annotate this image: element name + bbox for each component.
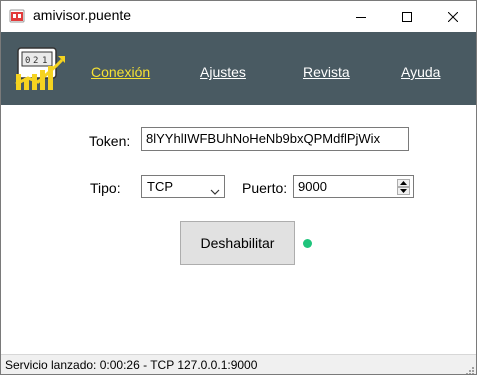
disable-button[interactable]: Deshabilitar [180, 221, 295, 265]
nav-bar: 0 2 1 Conexión Ajustes Revista Ayuda [1, 32, 476, 105]
spin-up-button[interactable] [397, 179, 410, 187]
tipo-select-value: TCP [147, 179, 173, 194]
svg-text:0: 0 [25, 56, 30, 66]
close-icon [448, 11, 458, 22]
svg-text:2: 2 [33, 56, 38, 66]
tipo-label: Tipo: [90, 180, 121, 196]
nav-revista[interactable]: Revista [303, 64, 350, 80]
green-dot-icon [303, 239, 312, 248]
token-label: Token: [89, 133, 131, 149]
bridge-logo-icon: 0 2 1 [14, 44, 66, 94]
arrow-down-icon [400, 189, 407, 193]
nav-ajustes[interactable]: Ajustes [200, 64, 246, 80]
minimize-icon [356, 16, 366, 18]
maximize-button[interactable] [384, 1, 430, 32]
tipo-select[interactable]: TCP [141, 175, 225, 198]
app-window: amivisor.puente 0 2 1 Conexión Ajustes R… [0, 0, 477, 375]
minimize-button[interactable] [338, 1, 384, 32]
window-title: amivisor.puente [33, 7, 132, 23]
nav-conexion[interactable]: Conexión [91, 64, 150, 80]
puerto-value: 9000 [298, 179, 327, 194]
status-text: Servicio lanzado: 0:00:26 - TCP 127.0.0.… [5, 358, 258, 372]
token-input[interactable]: 8lYYhlIWFBUhNoHeNb9bxQPMdflPjWix [141, 127, 409, 151]
puerto-stepper[interactable]: 9000 [293, 175, 414, 198]
connection-panel: Token: 8lYYhlIWFBUhNoHeNb9bxQPMdflPjWix … [1, 105, 476, 355]
maximize-icon [402, 11, 412, 22]
close-button[interactable] [430, 1, 476, 32]
spin-down-button[interactable] [397, 187, 410, 195]
status-bar: Servicio lanzado: 0:00:26 - TCP 127.0.0.… [1, 354, 476, 374]
spin-buttons [397, 179, 410, 195]
title-bar[interactable]: amivisor.puente [1, 1, 476, 32]
svg-text:1: 1 [42, 56, 47, 66]
app-logo-icon [9, 8, 25, 24]
arrow-up-icon [400, 181, 407, 185]
nav-ayuda[interactable]: Ayuda [401, 64, 440, 80]
chevron-down-icon [210, 183, 220, 201]
puerto-label: Puerto: [242, 180, 288, 196]
resize-grip-icon[interactable] [464, 362, 474, 374]
